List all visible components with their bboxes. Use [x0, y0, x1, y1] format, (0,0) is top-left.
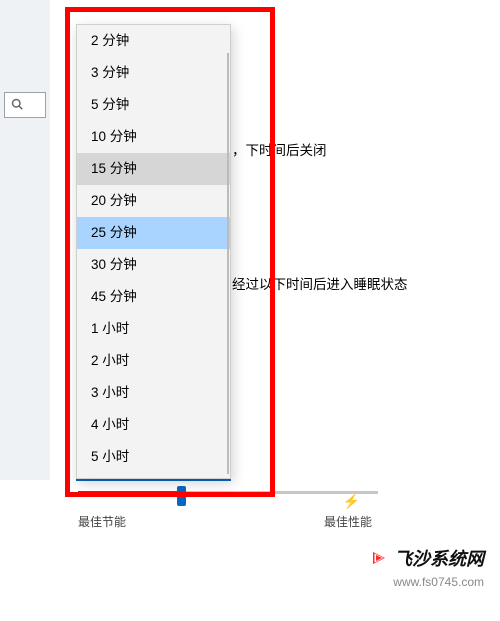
dropdown-option[interactable]: 2 分钟 [77, 25, 230, 57]
sleep-description: 经过以下时间后进入睡眠状态 [232, 273, 408, 293]
dropdown-option[interactable]: 2 小时 [77, 345, 230, 377]
dropdown-option[interactable]: 3 小时 [77, 377, 230, 409]
time-dropdown[interactable]: 2 分钟3 分钟5 分钟10 分钟15 分钟20 分钟25 分钟30 分钟45 … [76, 24, 231, 479]
dropdown-option[interactable]: 10 分钟 [77, 121, 230, 153]
dropdown-option[interactable]: 从不 [77, 473, 230, 479]
dropdown-option[interactable]: 15 分钟 [77, 153, 230, 185]
dropdown-option[interactable]: 45 分钟 [77, 281, 230, 313]
dropdown-option[interactable]: 25 分钟 [77, 217, 230, 249]
slider-track [78, 491, 378, 494]
slider-track-filled [78, 491, 183, 494]
watermark-url: www.fs0745.com [393, 575, 484, 589]
watermark-logo-icon [370, 549, 388, 567]
combobox-underline [76, 479, 231, 481]
lightning-icon: ⚡ [343, 493, 360, 510]
dropdown-scrollbar[interactable] [227, 53, 229, 474]
watermark-text: 飞沙系统网 [394, 545, 484, 571]
dropdown-option[interactable]: 1 小时 [77, 313, 230, 345]
power-mode-slider[interactable]: ⚡ 最佳节能 最佳性能 [78, 485, 378, 525]
dropdown-option[interactable]: 20 分钟 [77, 185, 230, 217]
dropdown-option[interactable]: 30 分钟 [77, 249, 230, 281]
search-input[interactable] [4, 92, 46, 118]
watermark: 飞沙系统网 [370, 545, 484, 571]
slider-label-right: 最佳性能 [324, 513, 372, 530]
dropdown-option[interactable]: 3 分钟 [77, 57, 230, 89]
slider-label-left: 最佳节能 [78, 513, 126, 530]
search-icon [11, 97, 23, 113]
dropdown-option[interactable]: 5 小时 [77, 441, 230, 473]
left-sidebar-band [0, 0, 50, 480]
dropdown-option[interactable]: 4 小时 [77, 409, 230, 441]
slider-thumb[interactable] [177, 486, 186, 506]
dropdown-option[interactable]: 5 分钟 [77, 89, 230, 121]
screen-off-description: ，下时间后关闭 [232, 139, 327, 159]
